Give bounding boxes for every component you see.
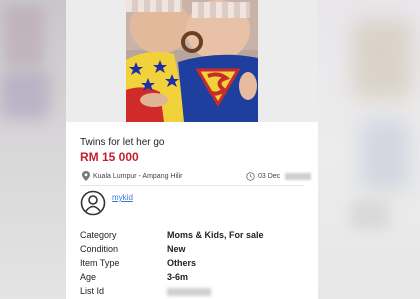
listing-price: RM 15 000 — [80, 150, 139, 164]
background-blur-left — [0, 0, 66, 299]
attribute-label: Item Type — [80, 258, 120, 268]
listing-details: Twins for let her go RM 15 000 Kuala Lum… — [66, 122, 318, 299]
photo-area — [66, 0, 318, 122]
background-blob — [4, 6, 44, 66]
listing-screen: Twins for let her go RM 15 000 Kuala Lum… — [66, 0, 318, 299]
listing-location: Kuala Lumpur - Ampang Hilir — [93, 173, 183, 180]
attribute-label: Age — [80, 272, 97, 282]
attribute-row: List Id — [80, 286, 310, 299]
date-censor-blur — [285, 173, 311, 180]
listing-date: 03 Dec — [258, 173, 281, 180]
attribute-value: Moms & Kids, For sale — [167, 230, 264, 240]
face-censor-blur — [126, 0, 182, 12]
attribute-row: Age 3-6m — [80, 272, 310, 286]
attribute-value: Others — [167, 258, 197, 268]
attribute-row: Category Moms & Kids, For sale — [80, 230, 310, 244]
seller-username-link[interactable]: mykid — [112, 193, 133, 202]
attribute-value: New — [167, 244, 186, 254]
background-blob — [360, 120, 410, 190]
attribute-list: Category Moms & Kids, For sale Condition… — [80, 230, 310, 299]
list-id-censor-blur — [167, 288, 211, 296]
location-date-row: Kuala Lumpur - Ampang Hilir 03 Dec — [80, 171, 311, 185]
listing-title: Twins for let her go — [80, 137, 165, 148]
background-blob — [0, 70, 50, 120]
attribute-value: 3-6m — [167, 272, 189, 282]
location-pin-icon — [82, 171, 90, 181]
attribute-label: List Id — [80, 286, 105, 296]
face-censor-blur — [192, 2, 250, 18]
background-blur-right — [318, 0, 420, 299]
attribute-label: Condition — [80, 244, 119, 254]
divider — [80, 185, 304, 186]
user-avatar-icon[interactable] — [80, 190, 106, 216]
attribute-row: Condition New — [80, 244, 310, 258]
attribute-row: Item Type Others — [80, 258, 310, 272]
background-blob — [350, 200, 390, 230]
background-blob — [352, 20, 412, 100]
clock-icon — [246, 172, 255, 181]
listing-photo[interactable] — [126, 0, 258, 122]
twins-photo-illustration — [126, 0, 258, 122]
attribute-label: Category — [80, 230, 117, 240]
